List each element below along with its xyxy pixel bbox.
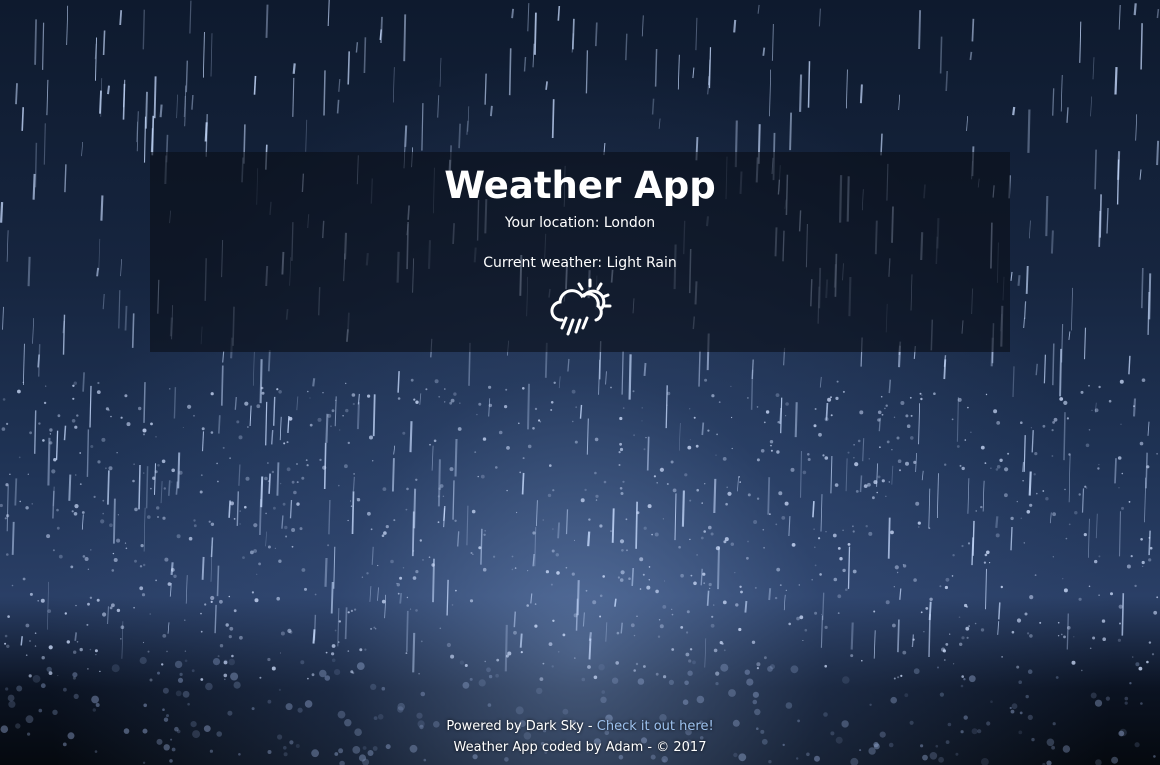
- credits-text: Weather App coded by Adam - © 2017: [453, 740, 707, 755]
- powered-by-line: Powered by Dark Sky - Check it out here!: [0, 716, 1160, 737]
- dark-sky-link[interactable]: Check it out here!: [597, 719, 714, 734]
- rain-background: [0, 0, 1160, 765]
- cloud-rain-sun-icon: [540, 274, 620, 344]
- footer: Powered by Dark Sky - Check it out here!…: [0, 716, 1160, 758]
- page-title: Weather App: [444, 164, 716, 207]
- powered-by-text: Powered by Dark Sky -: [446, 719, 597, 734]
- location-text: Your location: London: [504, 215, 656, 231]
- weather-panel: Weather App Your location: London Curren…: [150, 152, 1010, 352]
- weather-text: Current weather: Light Rain: [483, 255, 677, 271]
- rain-image: [0, 0, 1160, 765]
